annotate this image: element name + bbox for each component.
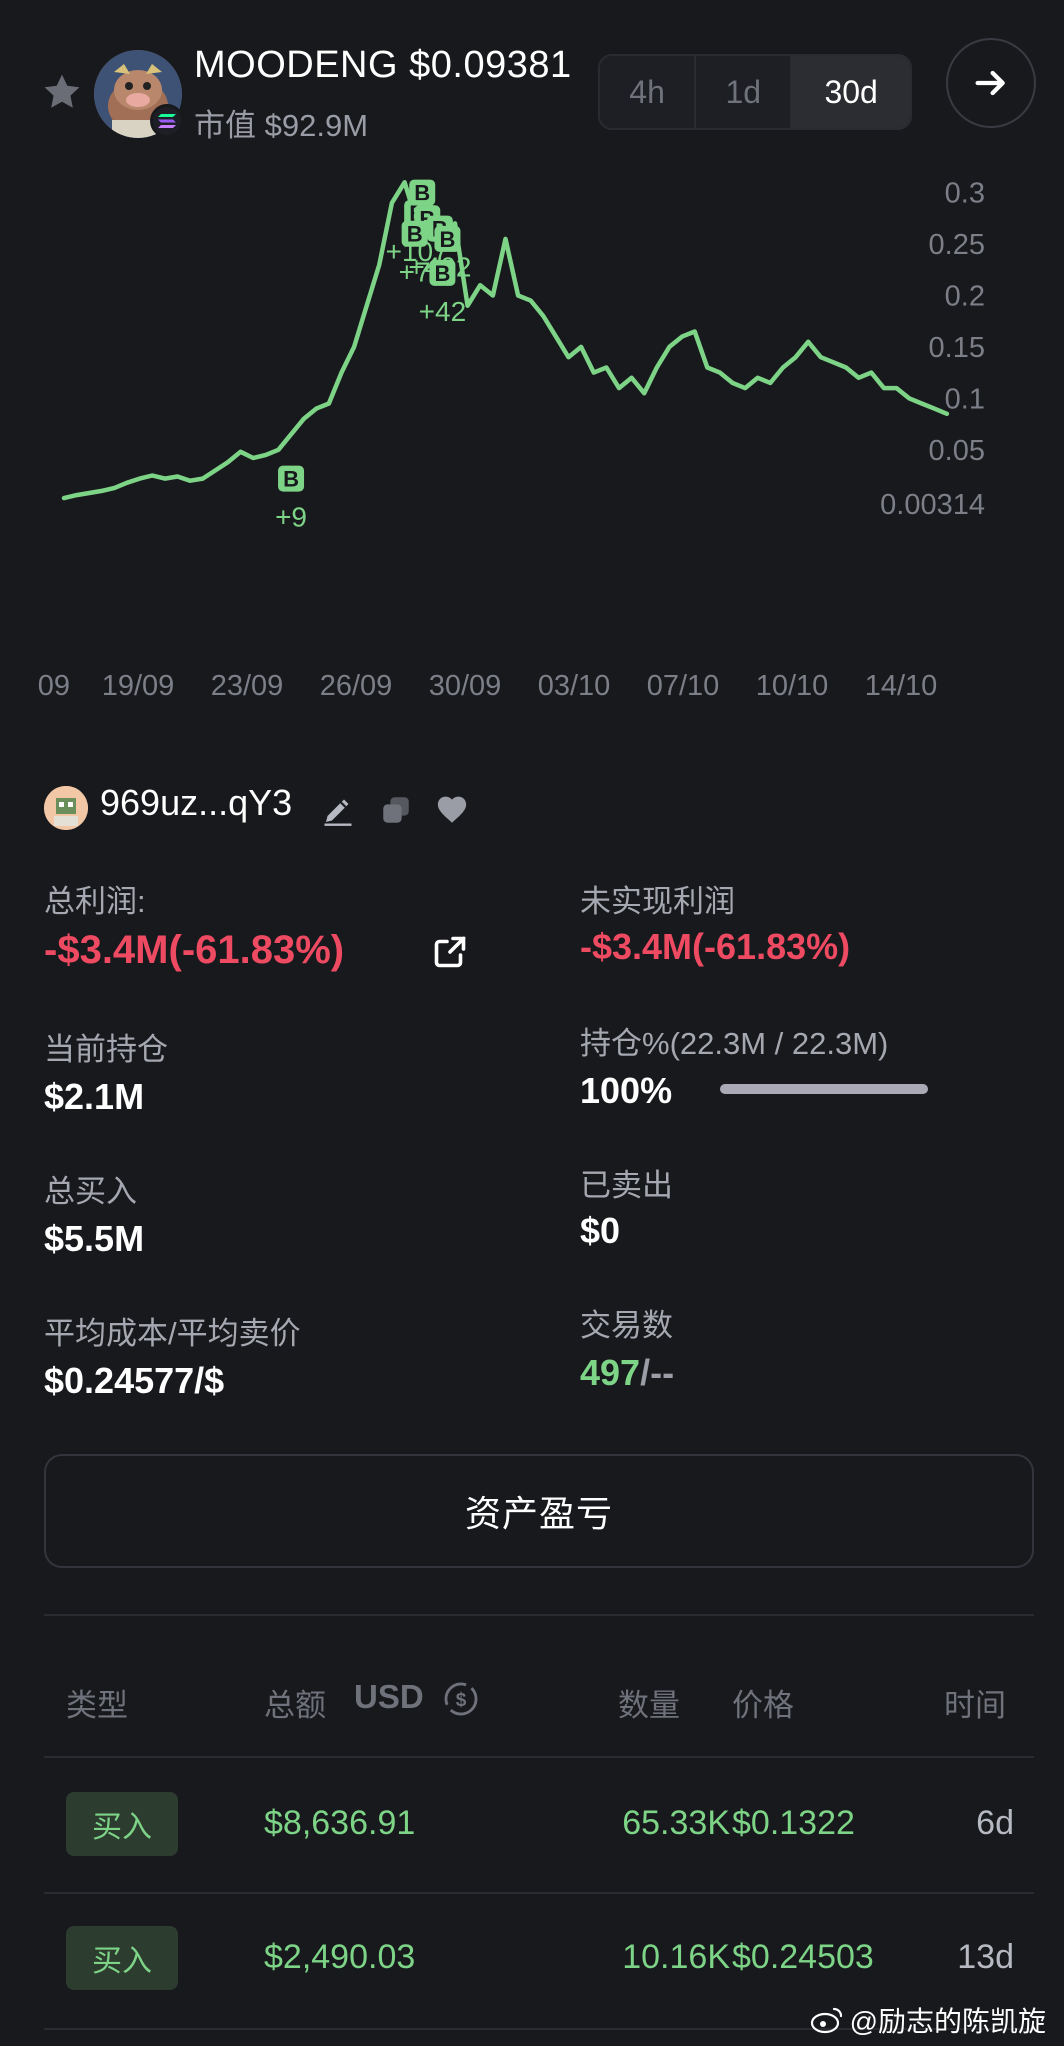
row-qty: 65.33K <box>622 1804 730 1842</box>
row-total: $8,636.91 <box>264 1804 416 1842</box>
unrealized-profit-label: 未实现利润 <box>580 884 735 919</box>
total-profit-value: -$3.4M(-61.83%) <box>44 928 345 972</box>
marker-annotation: +42 <box>419 296 467 327</box>
total-profit-label: 总利润: <box>44 884 146 919</box>
x-tick-label: 03/10 <box>538 670 611 702</box>
tab-30d[interactable]: 30d <box>792 56 910 128</box>
svg-text:$: $ <box>456 1690 467 1711</box>
type-badge: 买入 <box>66 1926 178 1990</box>
watermark-text: @励志的陈凯旋 <box>849 2006 1046 2037</box>
trade-marker: B <box>434 225 461 252</box>
buy-marker-label: B <box>283 467 299 492</box>
star-icon[interactable] <box>40 70 84 114</box>
timeframe-tabs: 4h 1d 30d <box>598 54 912 130</box>
y-tick-label: 0.15 <box>929 332 985 364</box>
wallet-address[interactable]: 969uz...qY3 <box>100 782 292 824</box>
tab-4h[interactable]: 4h <box>600 56 697 128</box>
solana-icon <box>150 104 184 138</box>
type-badge: 买入 <box>66 1792 178 1856</box>
y-tick-label: 0.2 <box>945 280 985 312</box>
row-total: $2,490.03 <box>264 1938 416 1976</box>
token-title: MOODENG $0.09381 <box>194 44 572 86</box>
x-tick-label: 07/10 <box>647 670 720 702</box>
market-cap: 市值 $92.9M <box>194 108 369 143</box>
wallet-avatar <box>44 786 88 830</box>
column-header-time: 时间 <box>944 1688 1006 1723</box>
holding-value: $2.1M <box>44 1076 145 1117</box>
x-tick-label: 19/09 <box>102 670 175 702</box>
row-time: 13d <box>957 1938 1014 1976</box>
copy-icon[interactable] <box>376 790 416 830</box>
avg-price-label: 平均成本/平均卖价 <box>44 1316 301 1351</box>
column-header-price: 价格 <box>732 1688 794 1723</box>
y-tick-label: 0.25 <box>929 229 985 261</box>
divider <box>44 1614 1034 1616</box>
weibo-icon <box>810 2007 842 2034</box>
marker-annotation: +7 <box>399 257 431 288</box>
row-time: 6d <box>976 1804 1014 1842</box>
holding-label: 当前持仓 <box>44 1032 168 1067</box>
buy-marker-label: B <box>440 227 456 252</box>
column-header-total: 总额 <box>264 1688 326 1723</box>
x-tick-label: 14/10 <box>865 670 938 702</box>
buy-marker-label: B <box>407 222 423 247</box>
x-tick-label: 26/09 <box>320 670 393 702</box>
x-tick-label: 10/10 <box>756 670 829 702</box>
edit-icon[interactable] <box>318 790 358 830</box>
holding-progress-fill <box>720 1084 928 1094</box>
trades-count: 497 <box>580 1352 641 1393</box>
y-tick-label: 0.1 <box>945 383 985 415</box>
y-tick-label: 0.05 <box>929 435 985 467</box>
row-qty: 10.16K <box>622 1938 730 1976</box>
marker-annotation: +9 <box>275 502 307 533</box>
total-buy-value: $5.5M <box>44 1218 145 1259</box>
watermark: @励志的陈凯旋 <box>810 2000 1046 2040</box>
dollar-swap-icon[interactable]: $ <box>442 1680 480 1723</box>
holding-progress-bar <box>720 1084 928 1094</box>
avg-price-value: $0.24577/$ <box>44 1360 225 1401</box>
trades-sell-count: /-- <box>640 1352 675 1393</box>
currency-toggle[interactable]: USD <box>354 1678 424 1716</box>
total-buy-label: 总买入 <box>44 1174 137 1209</box>
trades-label: 交易数 <box>580 1308 673 1343</box>
y-tick-label: 0.00314 <box>880 489 985 521</box>
table-row[interactable]: 买入 $8,636.91 65.33K $0.1322 6d <box>44 1758 1034 1890</box>
external-link-icon[interactable] <box>432 934 468 975</box>
x-tick-label: 09 <box>38 670 70 702</box>
trades-value: 497/-- <box>580 1352 674 1394</box>
unrealized-profit-value: -$3.4M(-61.83%) <box>580 926 851 967</box>
column-header-qty: 数量 <box>618 1688 680 1723</box>
holding-pct-value: 100% <box>580 1070 673 1111</box>
trade-marker: B +9 <box>275 465 307 533</box>
holding-pct-label: 持仓%(22.3M / 22.3M) <box>580 1026 889 1061</box>
price-chart[interactable]: 0.3 0.25 0.2 0.15 0.1 0.05 0.00314 09 19/09 23/0… <box>0 150 1064 710</box>
sold-label: 已卖出 <box>580 1168 673 1203</box>
sold-value: $0 <box>580 1210 621 1251</box>
buy-marker-label: B <box>434 261 450 286</box>
tab-1d[interactable]: 1d <box>696 56 793 128</box>
row-price: $0.24503 <box>732 1938 874 1976</box>
x-tick-label: 30/09 <box>429 670 502 702</box>
column-header-type: 类型 <box>66 1688 128 1723</box>
x-tick-label: 23/09 <box>211 670 284 702</box>
arrow-right-icon <box>975 70 1005 96</box>
y-tick-label: 0.3 <box>945 178 985 210</box>
navigate-button[interactable] <box>946 38 1036 128</box>
row-price: $0.1322 <box>732 1804 855 1842</box>
heart-icon[interactable] <box>432 790 472 830</box>
asset-pnl-button[interactable]: 资产盈亏 <box>44 1454 1034 1568</box>
price-line <box>61 180 950 501</box>
